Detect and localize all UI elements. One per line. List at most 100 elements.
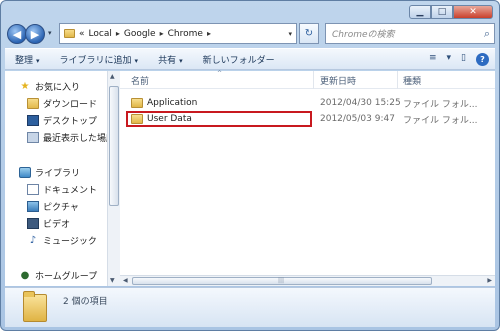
music-icon: ♪: [29, 234, 37, 246]
sidebar-item-label: ダウンロード: [43, 99, 98, 110]
share-menu[interactable]: 共有 ▾: [158, 53, 183, 66]
add-to-library-menu[interactable]: ライブラリに追加 ▾: [60, 53, 139, 66]
sidebar-item-label: ドキュメント: [43, 185, 98, 196]
address-bar[interactable]: « Local ▸ Google ▸ Chrome ▸ ▾: [59, 23, 297, 44]
sidebar-item-label: ホームグループ: [35, 271, 98, 282]
sidebar-item-favorites[interactable]: ★ お気に入り: [19, 79, 81, 93]
folder-icon: [131, 98, 143, 108]
details-pane: 2 個の項目: [5, 287, 495, 327]
scroll-left-icon[interactable]: ◀: [123, 277, 128, 284]
downloads-folder-icon: [27, 97, 39, 109]
breadcrumb-separator-icon[interactable]: ▸: [160, 29, 164, 38]
column-divider[interactable]: [313, 71, 314, 89]
sidebar-item-label: 最近表示した場所: [43, 133, 116, 144]
column-header-name[interactable]: 名前: [131, 74, 149, 87]
change-view-icon[interactable]: ≡: [429, 53, 437, 66]
breadcrumb-local[interactable]: Local: [89, 29, 112, 39]
column-header-type[interactable]: 種類: [403, 74, 421, 87]
sidebar-item-label: ビデオ: [43, 219, 71, 230]
sidebar-item-libraries[interactable]: ライブラリ: [19, 165, 80, 179]
sidebar-item-documents[interactable]: ドキュメント: [27, 182, 97, 196]
file-type: ファイル フォル...: [403, 115, 478, 126]
folder-icon: [64, 29, 75, 38]
close-button[interactable]: ✕: [453, 5, 493, 19]
minimize-button[interactable]: ▁: [409, 5, 431, 19]
folder-icon: [23, 291, 47, 322]
chevron-down-icon: ▾: [179, 56, 183, 65]
list-item[interactable]: Application 2012/04/30 15:25 ファイル フォル...: [126, 95, 490, 111]
breadcrumb-overflow[interactable]: «: [79, 29, 85, 39]
column-headers: ^ 名前 更新日時 種類: [120, 70, 495, 89]
refresh-button[interactable]: ↻: [299, 23, 319, 44]
command-bar: 整理 ▾ ライブラリに追加 ▾ 共有 ▾ 新しいフォルダー ≡ ▾ ▯ ?: [5, 48, 495, 70]
sidebar-item-music[interactable]: ♪ ミュージック: [27, 233, 97, 247]
documents-icon: [27, 183, 39, 195]
desktop-icon: [27, 114, 39, 126]
sidebar-item-label: デスクトップ: [43, 116, 98, 127]
search-placeholder: Chromeの検索: [332, 30, 395, 40]
chevron-down-icon: ▾: [36, 56, 40, 65]
homegroup-icon: ●: [20, 269, 30, 281]
navigation-scrollbar[interactable]: ▲ ▼: [107, 71, 120, 286]
sort-ascending-icon: ^: [217, 70, 223, 77]
sidebar-item-homegroup[interactable]: ● ホームグループ: [19, 268, 98, 282]
scroll-right-icon[interactable]: ▶: [487, 277, 492, 284]
add-to-library-label: ライブラリに追加: [59, 55, 132, 66]
sidebar-item-videos[interactable]: ビデオ: [27, 216, 70, 230]
forward-button[interactable]: ▶: [25, 24, 45, 44]
organize-label: 整理: [15, 55, 34, 66]
item-count: 2 個の項目: [63, 297, 108, 307]
maximize-button[interactable]: □: [431, 5, 453, 19]
back-button[interactable]: ◀: [7, 24, 27, 44]
search-icon[interactable]: ⌕: [484, 27, 490, 41]
new-folder-button[interactable]: 新しいフォルダー: [203, 53, 275, 66]
videos-icon: [27, 217, 39, 229]
back-arrow-icon: ◀: [12, 27, 22, 41]
breadcrumb-google[interactable]: Google: [124, 29, 156, 39]
sidebar-item-pictures[interactable]: ピクチャ: [27, 199, 79, 213]
pictures-icon: [27, 200, 39, 212]
star-icon: ★: [20, 80, 30, 92]
breadcrumb-separator-icon[interactable]: ▸: [116, 29, 120, 38]
caption-buttons: ▁ □ ✕: [409, 5, 493, 19]
column-header-date[interactable]: 更新日時: [320, 74, 356, 87]
highlight-box: [126, 111, 312, 127]
navigation-bar: ◀ ▶ ▾ « Local ▸ Google ▸ Chrome ▸ ▾ ↻ Ch…: [7, 23, 495, 45]
sidebar-item-label: ライブラリ: [35, 168, 81, 179]
sidebar-item-recent[interactable]: 最近表示した場所: [27, 130, 115, 144]
library-icon: [19, 166, 31, 178]
sidebar-item-downloads[interactable]: ダウンロード: [27, 96, 97, 110]
scroll-up-icon[interactable]: ▲: [110, 73, 115, 80]
view-controls: ≡ ▾ ▯ ?: [429, 53, 489, 66]
recent-places-icon: [27, 131, 39, 143]
column-divider[interactable]: [397, 71, 398, 89]
scrollbar-thumb[interactable]: [109, 86, 119, 206]
view-dropdown-icon[interactable]: ▾: [447, 53, 452, 66]
breadcrumb-chrome[interactable]: Chrome: [168, 29, 203, 39]
help-icon[interactable]: ?: [476, 53, 489, 66]
navigation-pane: ★ お気に入り ダウンロード デスクトップ 最近表示した場所 ライブラリ ドキュメ…: [5, 71, 119, 286]
refresh-icon: ↻: [304, 28, 314, 39]
scrollbar-grip-icon: |||: [278, 277, 285, 284]
forward-arrow-icon: ▶: [30, 27, 40, 41]
sidebar-item-label: お気に入り: [35, 82, 81, 93]
address-dropdown-icon[interactable]: ▾: [288, 30, 292, 38]
file-list: ^ 名前 更新日時 種類 Application 2012/04/30 15:2…: [120, 70, 495, 286]
chevron-down-icon: ▾: [134, 56, 139, 65]
scroll-down-icon[interactable]: ▼: [110, 277, 115, 284]
preview-pane-icon[interactable]: ▯: [461, 53, 466, 66]
sidebar-item-label: ピクチャ: [43, 202, 79, 213]
file-type: ファイル フォル...: [403, 99, 478, 110]
breadcrumb-separator-icon[interactable]: ▸: [207, 29, 211, 38]
share-label: 共有: [158, 55, 177, 66]
organize-menu[interactable]: 整理 ▾: [15, 53, 40, 66]
file-date: 2012/04/30 15:25: [320, 98, 401, 108]
file-name: Application: [147, 98, 198, 108]
explorer-window: ▁ □ ✕ ◀ ▶ ▾ « Local ▸ Google ▸ Chrome ▸ …: [0, 0, 500, 331]
file-date: 2012/05/03 9:47: [320, 114, 395, 124]
recent-pages-dropdown[interactable]: ▾: [48, 29, 52, 37]
search-input[interactable]: Chromeの検索 ⌕: [325, 23, 495, 44]
sidebar-item-label: ミュージック: [43, 236, 97, 247]
sidebar-item-desktop[interactable]: デスクトップ: [27, 113, 97, 127]
horizontal-scrollbar[interactable]: ◀ ||| ▶: [120, 275, 495, 286]
